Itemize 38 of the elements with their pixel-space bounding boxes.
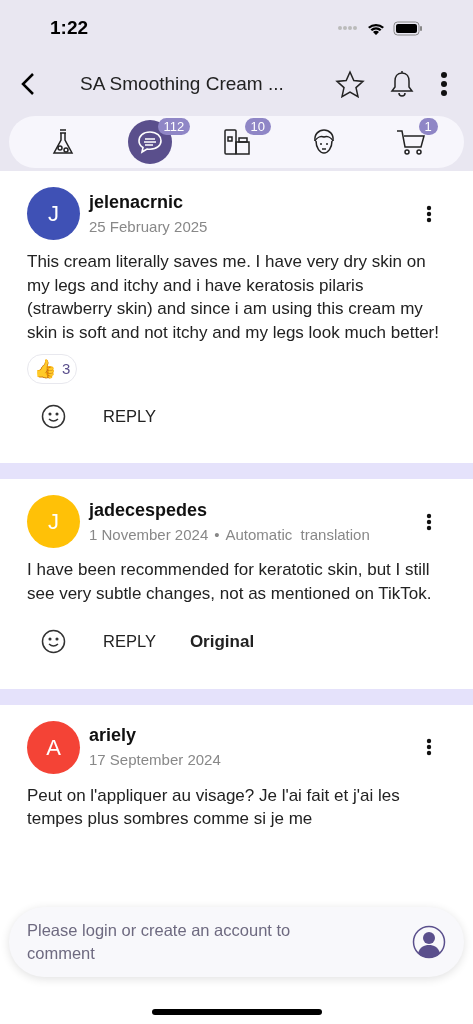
comment-text: This cream literally saves me. I have very dry skin on my legs and itchy and i have keratosis pilaris (strawberry skin) and since i am using this cream my skin is soft and not itchy and my legs look much better! <box>27 251 440 344</box>
more-options-icon[interactable] <box>426 738 432 756</box>
battery-icon <box>393 20 423 36</box>
comment-text: I have been recommended for keratotic skin, but I still see very subtle changes, not as mentioned on TikTok. <box>27 559 433 605</box>
original-button[interactable]: Original <box>189 629 255 655</box>
comment-text: Peut on l'appliquer au visage? Je l'ai fait et j'ai les tempes plus sombres comme si je me <box>27 784 401 830</box>
bell-icon[interactable] <box>389 70 415 98</box>
cosmetics-icon <box>221 127 252 157</box>
cart-icon <box>394 127 427 157</box>
avatar: A <box>27 720 80 774</box>
signal-icon <box>337 25 359 31</box>
separator-dot: • <box>214 524 220 545</box>
more-options-icon[interactable] <box>426 204 432 223</box>
username[interactable]: ariely <box>89 722 221 750</box>
star-icon[interactable] <box>335 70 365 98</box>
avatar: J <box>27 495 80 548</box>
comment-input[interactable]: Please login or create an account to comment <box>9 907 464 977</box>
more-options-icon[interactable] <box>439 71 449 97</box>
username[interactable]: jadecespedes <box>89 496 370 524</box>
reply-button[interactable]: REPLY <box>103 404 156 429</box>
username[interactable]: jelenacrnic <box>89 188 208 216</box>
count-badge: 1 <box>418 118 438 135</box>
comment-date: 1 November 2024 <box>89 524 209 545</box>
count-badge: 10 <box>244 118 271 135</box>
user-avatar-icon <box>412 925 446 959</box>
count-badge: 112 <box>157 118 191 135</box>
avatar: J <box>27 187 80 240</box>
comment-date: 17 September 2024 <box>89 750 221 771</box>
page-title: SA Smoothing Cream ... <box>80 71 284 96</box>
smiley-icon[interactable] <box>41 404 66 429</box>
translation-note: Automatic translation <box>225 524 370 545</box>
smiley-icon[interactable] <box>41 629 66 655</box>
comment-date: 25 February 2025 <box>89 216 208 237</box>
status-time: 1:22 <box>50 15 89 40</box>
chat-bubble-icon <box>135 129 164 155</box>
more-options-icon[interactable] <box>426 512 432 531</box>
reply-button[interactable]: REPLY <box>103 629 156 655</box>
wifi-icon <box>367 21 385 35</box>
